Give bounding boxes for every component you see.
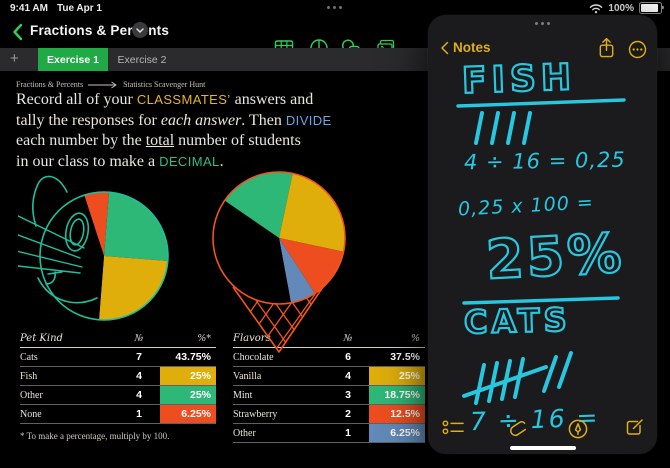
checklist-button[interactable] [442,419,465,436]
notes-slideover-panel: Notes FISH 4 ÷ 16 = 0,25 [428,15,657,454]
share-button[interactable] [597,37,616,60]
keyword-divide: DIVIDE [286,113,332,128]
chevron-left-icon [440,41,449,55]
cat-pie-chart[interactable] [18,170,190,324]
pie-slice-fish [99,256,168,320]
arrow-right-icon [88,81,118,89]
chevron-down-icon [136,28,144,33]
ice-cream-pie-chart[interactable] [206,168,378,368]
table-row: Strawberry212.5% [233,405,425,424]
multitasking-dots-icon[interactable] [327,6,342,9]
status-bar: 9:41 AM Tue Apr 1 100% [0,0,670,16]
handwritten-equation-1: 4 ÷ 16 = 0,25 [464,148,626,175]
slideover-grabber[interactable] [428,22,657,25]
table-row: Other16.25% [233,424,425,443]
markup-pen-button[interactable] [568,419,588,439]
table-row: Vanilla425% [233,367,425,386]
battery-percent: 100% [608,3,634,14]
wifi-icon [589,3,603,14]
table-row: None16.25% [20,405,216,424]
date: Tue Apr 1 [57,3,102,14]
handwritten-cats-heading: CATS [464,301,572,342]
keyword-classmates: CLASSMATES’ [137,92,231,107]
handwritten-equation-2: 0,25 x 100 = [458,191,595,220]
tab-exercise-2[interactable]: Exercise 2 [108,48,176,71]
handwritten-fish-heading: FISH [461,57,576,102]
home-indicator[interactable] [510,446,576,451]
title-dropdown-button[interactable] [132,22,148,38]
notes-back-button[interactable]: Notes [440,40,491,55]
add-tab-button[interactable]: + [10,50,19,67]
handwritten-25-percent: 25% [484,221,625,291]
ipad-screen: 9:41 AM Tue Apr 1 100% Fractions & Perce… [0,0,670,468]
tab-exercise-1[interactable]: Exercise 1 [38,48,108,71]
battery-icon [639,2,662,14]
compose-note-button[interactable] [625,417,645,437]
table-row: Cats743.75% [20,348,216,367]
more-options-button[interactable] [628,40,647,59]
attachment-paperclip-button[interactable] [508,417,529,439]
cats-tally-marks [464,353,571,403]
table-row: Mint318.75% [233,386,425,405]
pets-table[interactable]: Pet Kind № %* Cats743.75% Fish425% Other… [20,333,216,441]
clock: 9:41 AM [10,3,48,14]
keyword-decimal: DECIMAL [159,154,220,169]
back-button[interactable] [12,23,23,41]
percentage-footnote: * To make a percentage, multiply by 100. [20,431,216,441]
instruction-paragraph: Record all of your CLASSMATES’ answers a… [16,90,356,172]
pie-slice-other [104,192,168,261]
pets-table-header: Pet Kind № %* [20,333,216,348]
worksheet-breadcrumb: Fractions & Percents Statistics Scavenge… [16,80,205,89]
document-title[interactable]: Fractions & Percents [30,23,169,38]
table-row: Other425% [20,386,216,405]
fish-tally-marks [476,113,530,143]
table-row: Fish425% [20,367,216,386]
